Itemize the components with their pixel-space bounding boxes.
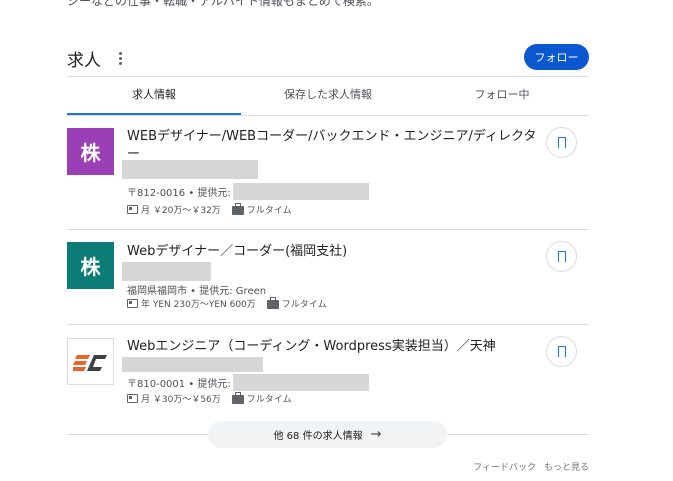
briefcase-icon: [231, 203, 244, 215]
job-location-line: 福岡県福岡市 • 提供元: Green: [127, 282, 266, 297]
location-text: 〒812-0016 • 提供元:: [127, 188, 231, 199]
bookmark-icon: [557, 137, 566, 151]
top-snippet: ジーなどの仕事・転職・アルバイト情報もまとめて検索。: [67, 0, 379, 8]
feedback-link[interactable]: フィードバック: [473, 460, 536, 473]
save-job-button[interactable]: [546, 241, 577, 272]
job-title[interactable]: Webデザイナー／コーダー(福岡支社): [127, 243, 537, 261]
jobs-header: 求人 フォロー: [67, 44, 589, 72]
job-listing[interactable]: 株 Webデザイナー／コーダー(福岡支社) 福岡県福岡市 • 提供元: Gree…: [67, 230, 589, 324]
tab-following[interactable]: フォロー中: [415, 77, 589, 115]
salary-text: 月 ￥20万～￥32万: [141, 206, 221, 216]
salary-icon: [127, 205, 138, 214]
job-details: 年 YEN 230万～YEN 600万 フルタイム: [127, 297, 327, 310]
footer: フィードバック もっと見る: [473, 460, 589, 473]
redacted-source: [232, 374, 369, 391]
save-job-button[interactable]: [546, 127, 577, 158]
redacted-company: [122, 357, 263, 372]
redacted-company: [122, 160, 258, 179]
follow-button[interactable]: フォロー: [524, 44, 589, 70]
bookmark-icon: [557, 251, 566, 265]
save-job-button[interactable]: [546, 336, 577, 367]
more-options-icon[interactable]: [114, 50, 126, 66]
more-jobs-button[interactable]: 他 68 件の求人情報 →: [208, 421, 447, 448]
job-listing[interactable]: 株 WEBデザイナー/WEBコーダー/バックエンド・エンジニア/ディレクター 〒…: [67, 116, 589, 229]
redacted-company: [122, 262, 211, 281]
briefcase-icon: [231, 392, 244, 404]
more-jobs-label: 他 68 件の求人情報: [273, 431, 363, 442]
ec-logo-icon: [72, 354, 107, 371]
company-logo: 株: [67, 128, 114, 175]
section-title: 求人: [67, 51, 101, 71]
company-logo: 株: [67, 242, 114, 289]
location-text: 〒810-0001 • 提供元:: [127, 379, 231, 390]
job-details: 月 ￥30万～￥56万 フルタイム: [127, 392, 292, 405]
location-text: 福岡県福岡市 • 提供元: Green: [127, 286, 267, 297]
job-title[interactable]: WEBデザイナー/WEBコーダー/バックエンド・エンジニア/ディレクター: [127, 128, 537, 164]
bookmark-icon: [557, 346, 566, 360]
employment-type: フルタイム: [246, 206, 292, 216]
job-listing[interactable]: Webエンジニア（コーディング・Wordpress実装担当）／天神 〒810-0…: [67, 325, 589, 425]
redacted-source: [232, 183, 369, 200]
job-location-line: 〒810-0001 • 提供元:: [127, 374, 369, 391]
company-logo: [67, 338, 114, 385]
see-more-link[interactable]: もっと見る: [544, 460, 589, 473]
employment-type: フルタイム: [281, 300, 327, 310]
job-title[interactable]: Webエンジニア（コーディング・Wordpress実装担当）／天神: [127, 338, 537, 356]
employment-type: フルタイム: [246, 395, 292, 405]
job-location-line: 〒812-0016 • 提供元:: [127, 183, 369, 200]
tab-bar: 求人情報 保存した求人情報 フォロー中: [67, 77, 589, 115]
salary-text: 年 YEN 230万～YEN 600万: [141, 300, 256, 310]
salary-text: 月 ￥30万～￥56万: [141, 395, 221, 405]
tab-job-info[interactable]: 求人情報: [67, 77, 241, 115]
tab-saved-jobs[interactable]: 保存した求人情報: [241, 77, 415, 115]
salary-icon: [127, 394, 138, 403]
job-details: 月 ￥20万～￥32万 フルタイム: [127, 203, 292, 216]
arrow-right-icon: →: [370, 427, 382, 442]
briefcase-icon: [266, 297, 279, 309]
salary-icon: [127, 299, 138, 308]
